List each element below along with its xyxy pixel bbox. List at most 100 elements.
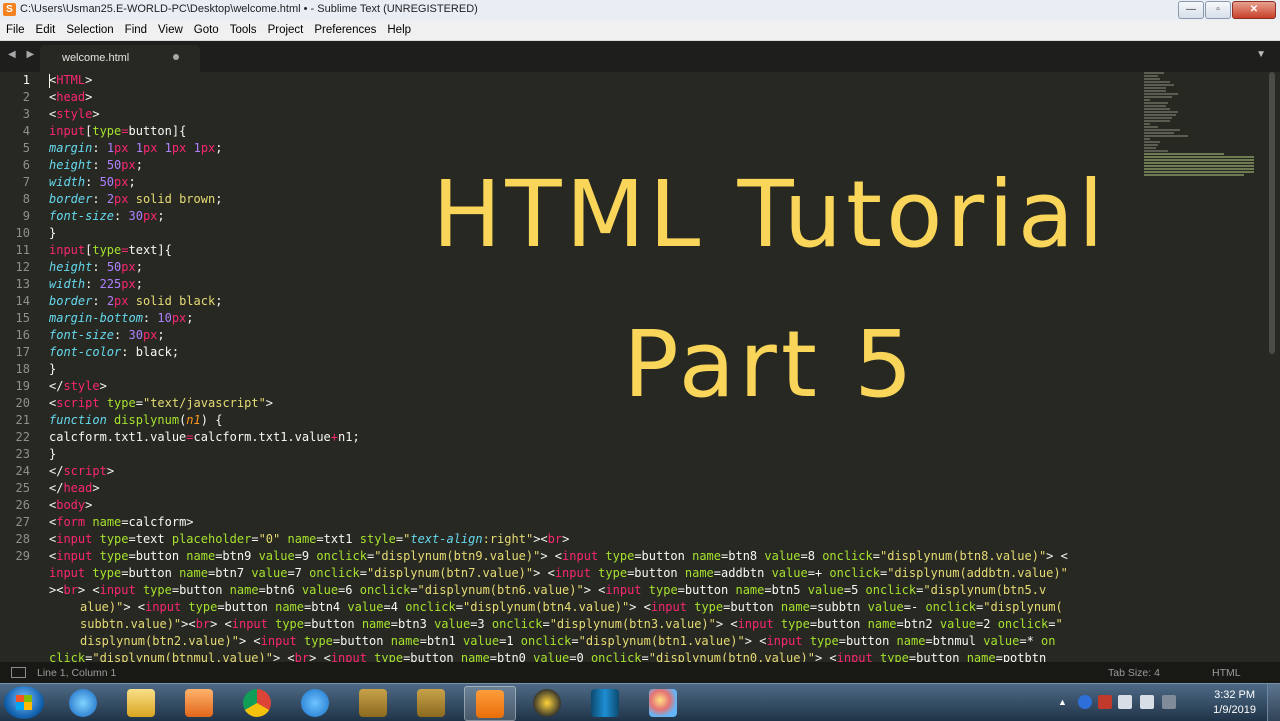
show-hidden-icons-icon[interactable]: ▲ <box>1058 695 1072 709</box>
minimap-line <box>1144 132 1174 134</box>
console-toggle-icon[interactable] <box>11 667 26 678</box>
minimap-line <box>1144 72 1164 74</box>
dosbox-2-taskbar-button[interactable] <box>406 686 456 719</box>
file-explorer-taskbar-button[interactable] <box>116 686 166 719</box>
folder-icon <box>127 689 155 717</box>
paint-palette-icon <box>649 689 677 717</box>
volume-icon[interactable] <box>1140 695 1154 709</box>
terminal-icon <box>591 689 619 717</box>
windows-logo-icon <box>16 695 32 710</box>
minimap-line <box>1144 78 1160 80</box>
line-number: 10 <box>15 226 30 240</box>
minimap-line <box>1144 153 1224 155</box>
syntax-selector[interactable]: HTML <box>1212 667 1241 679</box>
system-clock[interactable]: 3:32 PM 1/9/2019 <box>1213 688 1256 718</box>
clock-time: 3:32 PM <box>1214 689 1256 701</box>
code-line: input type=button name=btn7 value=7 oncl… <box>49 566 1068 580</box>
internet-explorer-icon <box>69 689 97 717</box>
line-number: 27 <box>15 515 30 529</box>
internet-explorer-taskbar-button[interactable] <box>58 686 108 719</box>
action-center-icon[interactable] <box>1098 695 1112 709</box>
minimap-line <box>1144 156 1254 158</box>
chrome-icon <box>243 689 271 717</box>
overlay-line-1: HTML Tutorial <box>432 161 1108 268</box>
minimap-line <box>1144 138 1150 140</box>
terminal-app-taskbar-button[interactable] <box>580 686 630 719</box>
menu-find[interactable]: Find <box>119 20 152 37</box>
window-controls: — ▫ ✕ <box>1178 1 1276 19</box>
overlay-line-2: Part 5 <box>623 311 917 418</box>
scrollbar-thumb[interactable] <box>1269 72 1275 354</box>
code-line: input[type=button]{ <box>49 124 187 138</box>
sublime-text-taskbar-button[interactable] <box>464 686 516 721</box>
menu-preferences[interactable]: Preferences <box>308 20 381 37</box>
minimap-line <box>1144 114 1176 116</box>
unsaved-dot-icon[interactable] <box>173 54 179 60</box>
tutorial-title-overlay: HTML Tutorial Part 5 <box>380 140 1160 440</box>
line-number: 3 <box>22 107 30 121</box>
minimap-line <box>1144 87 1166 89</box>
menu-selection[interactable]: Selection <box>60 20 118 37</box>
video-app-taskbar-button[interactable] <box>290 686 340 719</box>
sublime-text-icon <box>476 690 504 718</box>
minimap-line <box>1144 168 1254 170</box>
show-desktop-button[interactable] <box>1267 684 1280 721</box>
menu-view[interactable]: View <box>152 20 188 37</box>
headphones-icon <box>533 689 561 717</box>
chrome-taskbar-button[interactable] <box>232 686 282 719</box>
minimap-line <box>1144 93 1178 95</box>
dosbox-1-taskbar-button[interactable] <box>348 686 398 719</box>
menu-goto[interactable]: Goto <box>188 20 224 37</box>
minimap-line <box>1144 126 1158 128</box>
line-number: 28 <box>15 532 30 546</box>
code-line: } <box>49 447 57 461</box>
code-line: <input type=text placeholder="0" name=tx… <box>49 532 570 546</box>
tab-welcome-html[interactable]: welcome.html <box>40 45 200 72</box>
menu-project[interactable]: Project <box>262 20 309 37</box>
menu-tools[interactable]: Tools <box>224 20 262 37</box>
minimap-line <box>1144 129 1180 131</box>
power-icon[interactable] <box>1162 695 1176 709</box>
code-line: subbtn.value)"><br> <input type=button n… <box>80 617 1063 631</box>
line-number: 7 <box>22 175 30 189</box>
vertical-scrollbar[interactable] <box>1268 72 1276 662</box>
minimap-line <box>1144 120 1170 122</box>
line-number: 5 <box>22 141 30 155</box>
line-number: 26 <box>15 498 30 512</box>
bluetooth-icon[interactable] <box>1078 695 1092 709</box>
minimap-line <box>1144 135 1188 137</box>
minimap-line <box>1144 96 1172 98</box>
play-icon <box>301 689 329 717</box>
network-icon[interactable] <box>1118 695 1132 709</box>
cursor-position: Line 1, Column 1 <box>37 667 117 679</box>
code-line: ><br> <input type=button name=btn6 value… <box>49 583 1047 597</box>
minimap[interactable] <box>1144 72 1266 662</box>
media-player-taskbar-button[interactable] <box>174 686 224 719</box>
line-number: 12 <box>15 260 30 274</box>
audio-app-taskbar-button[interactable] <box>522 686 572 719</box>
start-button[interactable] <box>4 686 44 719</box>
tab-dropdown-icon[interactable]: ▼ <box>1256 49 1266 60</box>
dosbox-icon <box>417 689 445 717</box>
tab-label: welcome.html <box>62 52 130 64</box>
minimize-button[interactable]: — <box>1178 1 1204 19</box>
dosbox-icon <box>359 689 387 717</box>
code-line: <input type=button name=btn9 value=9 onc… <box>49 549 1068 563</box>
line-number: 24 <box>15 464 30 478</box>
tab-size-selector[interactable]: Tab Size: 4 <box>1108 667 1160 679</box>
line-number: 15 <box>15 311 30 325</box>
menu-edit[interactable]: Edit <box>30 20 61 37</box>
sublime-app-icon: S <box>3 3 16 16</box>
minimap-line <box>1144 144 1158 146</box>
minimap-line <box>1144 150 1168 152</box>
code-line: alue)"> <input type=button name=btn4 val… <box>80 600 1063 614</box>
menu-file[interactable]: File <box>0 20 30 37</box>
menu-help[interactable]: Help <box>381 20 416 37</box>
code-line: <form name=calcform> <box>49 515 194 529</box>
minimap-line <box>1144 147 1156 149</box>
maximize-button[interactable]: ▫ <box>1205 1 1231 19</box>
close-button[interactable]: ✕ <box>1232 1 1276 19</box>
code-line: displynum(btn2.value)"> <input type=butt… <box>80 634 1056 648</box>
tab-nav-arrows-icon[interactable]: ◀ ▶ <box>8 49 38 60</box>
paint-app-taskbar-button[interactable] <box>638 686 688 719</box>
